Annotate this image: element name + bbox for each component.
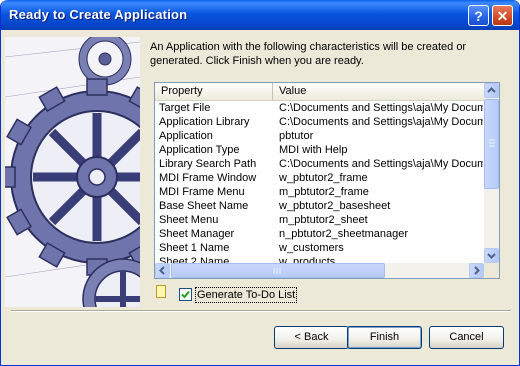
list-row[interactable]: Sheet Menu m_pbtutor2_sheet bbox=[155, 213, 484, 227]
scroll-up-button[interactable] bbox=[484, 83, 499, 98]
generate-todo-label[interactable]: Generate To-Do List bbox=[195, 287, 298, 303]
separator bbox=[11, 310, 511, 312]
value-cell: n_pbtutor2_sheetmanager bbox=[279, 228, 409, 240]
column-header-value[interactable]: Value bbox=[273, 83, 484, 100]
list-rows: Target File C:\Documents and Settings\aja… bbox=[155, 101, 484, 263]
property-cell: MDI Frame Window bbox=[159, 172, 257, 184]
dialog-window: Ready to Create Application ? ✕ An Appli… bbox=[0, 0, 520, 366]
property-cell: Sheet Menu bbox=[159, 214, 219, 226]
list-header: Property Value bbox=[155, 83, 484, 101]
generate-todo-checkbox[interactable] bbox=[179, 288, 192, 301]
property-cell: MDI Frame Menu bbox=[159, 186, 245, 198]
value-cell: C:\Documents and Settings\aja\My Docum bbox=[279, 116, 483, 128]
horizontal-scrollbar[interactable] bbox=[155, 263, 484, 278]
chevron-down-icon bbox=[487, 253, 496, 259]
grip-icon bbox=[273, 268, 281, 274]
chevron-up-icon bbox=[487, 87, 496, 93]
vertical-scroll-thumb[interactable] bbox=[484, 99, 499, 189]
title-bar[interactable]: Ready to Create Application ? ✕ bbox=[1, 0, 519, 30]
close-button[interactable]: ✕ bbox=[492, 5, 513, 26]
value-cell: w_pbtutor2_frame bbox=[279, 172, 368, 184]
checkmark-icon bbox=[181, 290, 190, 299]
value-cell: m_pbtutor2_sheet bbox=[279, 214, 368, 226]
horizontal-scroll-thumb[interactable] bbox=[171, 263, 385, 278]
column-header-property[interactable]: Property bbox=[155, 83, 273, 100]
properties-list[interactable]: Property Value Target File C:\Documents a… bbox=[154, 82, 500, 279]
finish-button[interactable]: Finish bbox=[347, 326, 422, 349]
property-cell: Sheet Manager bbox=[159, 228, 235, 240]
wizard-gears-illustration bbox=[5, 37, 140, 307]
value-cell: w_pbtutor2_basesheet bbox=[279, 200, 391, 212]
list-row[interactable]: Application Library C:\Documents and Sett… bbox=[155, 115, 484, 129]
list-row[interactable]: Application Type MDI with Help bbox=[155, 143, 484, 157]
value-cell: w_products bbox=[279, 256, 336, 263]
list-row[interactable]: Sheet 2 Name w_products bbox=[155, 255, 484, 263]
value-cell: C:\Documents and Settings\aja\My Docum bbox=[279, 102, 483, 114]
value-cell: C:\Documents and Settings\aja\My Docum bbox=[279, 158, 483, 170]
list-row[interactable]: Library Search Path C:\Documents and Sett… bbox=[155, 157, 484, 171]
property-cell: Sheet 1 Name bbox=[159, 242, 230, 254]
cancel-button[interactable]: Cancel bbox=[429, 326, 504, 349]
grip-icon bbox=[489, 139, 495, 147]
property-cell: Application bbox=[159, 130, 213, 142]
vertical-scrollbar[interactable] bbox=[484, 83, 499, 263]
list-row[interactable]: Sheet 1 Name w_customers bbox=[155, 241, 484, 255]
property-cell: Library Search Path bbox=[159, 158, 257, 170]
scroll-right-button[interactable] bbox=[469, 263, 484, 278]
list-row[interactable]: Base Sheet Name w_pbtutor2_basesheet bbox=[155, 199, 484, 213]
description-text: An Application with the following charac… bbox=[150, 41, 467, 67]
list-row[interactable]: MDI Frame Menu m_pbtutor2_frame bbox=[155, 185, 484, 199]
list-row[interactable]: Application pbtutor bbox=[155, 129, 484, 143]
value-cell: w_customers bbox=[279, 242, 344, 254]
help-button[interactable]: ? bbox=[468, 5, 489, 26]
chevron-right-icon bbox=[474, 266, 480, 275]
property-cell: Application Library bbox=[159, 116, 250, 128]
value-cell: m_pbtutor2_frame bbox=[279, 186, 369, 198]
back-button[interactable]: < Back bbox=[274, 326, 349, 349]
scrollbar-corner bbox=[484, 263, 499, 278]
list-row[interactable]: Sheet Manager n_pbtutor2_sheetmanager bbox=[155, 227, 484, 241]
gears-icon bbox=[5, 37, 140, 307]
scroll-left-button[interactable] bbox=[155, 263, 170, 278]
list-row[interactable]: Target File C:\Documents and Settings\aja… bbox=[155, 101, 484, 115]
value-cell: MDI with Help bbox=[279, 144, 348, 156]
list-row[interactable]: MDI Frame Window w_pbtutor2_frame bbox=[155, 171, 484, 185]
property-cell: Sheet 2 Name bbox=[159, 256, 230, 263]
window-title: Ready to Create Application bbox=[9, 7, 188, 22]
todo-list-icon bbox=[156, 285, 166, 298]
scroll-down-button[interactable] bbox=[484, 248, 499, 263]
property-cell: Base Sheet Name bbox=[159, 200, 249, 212]
property-cell: Target File bbox=[159, 102, 211, 114]
property-cell: Application Type bbox=[159, 144, 240, 156]
value-cell: pbtutor bbox=[279, 130, 314, 142]
chevron-left-icon bbox=[159, 266, 165, 275]
